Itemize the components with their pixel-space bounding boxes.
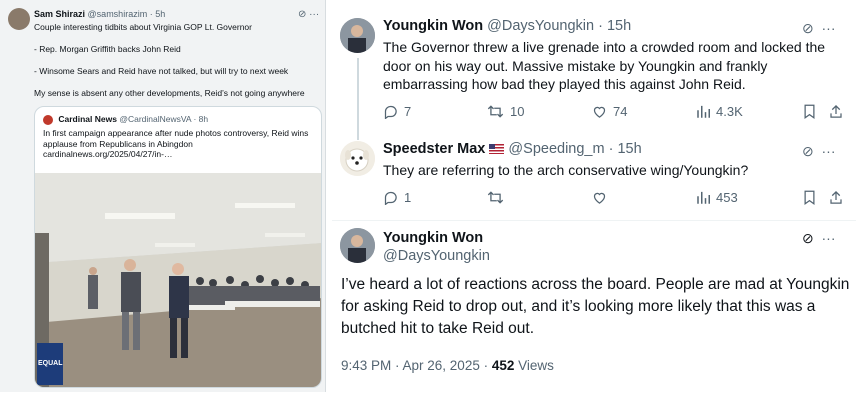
thread-line: [357, 58, 359, 140]
views-count: 452: [491, 358, 515, 373]
author-handle[interactable]: @samshirazim: [88, 9, 148, 19]
tweet-action-bar: 1 453: [383, 190, 843, 208]
repost-button[interactable]: [487, 190, 510, 205]
reply-count: 1: [404, 190, 412, 205]
repost-count: 10: [510, 104, 525, 119]
tweet-author: Youngkin Won @DaysYoungkin · 15h: [383, 18, 631, 34]
share-button[interactable]: [829, 104, 843, 119]
quote-text: In first campaign appearance after nude …: [43, 128, 309, 159]
views-button[interactable]: 4.3K: [696, 104, 743, 119]
views-label: Views: [514, 358, 554, 373]
author-name[interactable]: Youngkin Won: [383, 18, 483, 34]
tweet-actions-top: ⊘ ···: [802, 20, 836, 37]
tweet-author: Speedster Max @Speeding_m · 15h: [383, 141, 642, 157]
reply-count: 7: [404, 104, 412, 119]
reply-button[interactable]: 7: [383, 104, 411, 119]
reply-button[interactable]: 1: [383, 190, 411, 205]
like-icon: [593, 106, 606, 118]
avatar[interactable]: [340, 228, 375, 263]
tweet-author: Sam Shirazi @samshirazim · 5h: [34, 9, 165, 19]
tweet-line: - Rep. Morgan Griffith backs John Reid: [34, 44, 181, 54]
repost-button[interactable]: 10: [487, 104, 524, 119]
photo-sign-text: EQUAL: [38, 360, 63, 367]
author-name[interactable]: Sam Shirazi: [34, 9, 85, 19]
more-icon[interactable]: ···: [309, 9, 319, 20]
tweet-time[interactable]: · 15h: [598, 18, 631, 34]
share-icon: [830, 104, 842, 118]
like-button[interactable]: 74: [592, 104, 627, 119]
like-icon: [593, 192, 606, 204]
grok-icon[interactable]: ⊘: [802, 20, 814, 36]
tweet-line: - Winsome Sears and Reid have not talked…: [34, 66, 289, 76]
tweet-text: Couple interesting tidbits about Virgini…: [34, 22, 322, 110]
tweet-text: I’ve heard a lot of reactions across the…: [341, 276, 850, 337]
views-count: 453: [716, 190, 738, 205]
grok-icon[interactable]: ⊘: [298, 9, 306, 20]
tweet-time[interactable]: · 15h: [609, 141, 642, 157]
reply-icon: [384, 105, 397, 119]
flag-us-icon: [489, 144, 505, 155]
quoted-tweet-header: Cardinal News @CardinalNewsVA · 8h: [43, 114, 208, 125]
grok-icon[interactable]: ⊘: [802, 143, 814, 159]
author-name[interactable]: Youngkin Won: [383, 230, 483, 246]
share-button[interactable]: [829, 190, 843, 205]
bookmark-icon: [804, 104, 815, 119]
tweet-actions-top: ⊘ ···: [802, 143, 836, 160]
quote-author-handle: @CardinalNewsVA: [119, 114, 192, 124]
like-count: 74: [613, 104, 628, 119]
embedded-tweet-screenshot: Sam Shirazi @samshirazim · 5h ⊘ ··· Coup…: [0, 0, 326, 392]
views-button[interactable]: 453: [696, 190, 738, 205]
bookmark-icon: [804, 190, 815, 205]
tweet-meta: 9:43 PM · Apr 26, 2025 · 452 Views: [341, 358, 554, 373]
tweet-timestamp[interactable]: 9:43 PM · Apr 26, 2025 ·: [341, 358, 492, 373]
event-photo-illustration: EQUAL: [35, 173, 321, 387]
divider: [332, 220, 856, 221]
tweet-text: The Governor threw a live grenade into a…: [383, 39, 826, 92]
grok-icon[interactable]: ⊘: [802, 230, 814, 246]
tweet-line: Couple interesting tidbits about Virgini…: [34, 22, 252, 32]
more-icon[interactable]: ···: [818, 20, 836, 36]
views-icon: [697, 105, 710, 118]
repost-icon: [487, 191, 504, 204]
bookmark-button[interactable]: [803, 104, 816, 119]
views-count: 4.3K: [716, 104, 743, 119]
author-handle[interactable]: @Speeding_m: [508, 141, 604, 157]
share-icon: [830, 190, 842, 204]
author-handle[interactable]: @DaysYoungkin: [383, 248, 490, 264]
quote-time: · 8h: [193, 114, 209, 124]
views-icon: [697, 191, 710, 204]
author-name[interactable]: Speedster Max: [383, 141, 485, 157]
bookmark-button[interactable]: [803, 190, 816, 205]
quote-author-name: Cardinal News: [58, 114, 117, 124]
tweet-author: Youngkin Won @DaysYoungkin: [383, 229, 490, 265]
repost-icon: [487, 105, 504, 118]
avatar[interactable]: [340, 141, 375, 176]
author-handle[interactable]: @DaysYoungkin: [487, 18, 594, 34]
tweet-actions-top: ⊘ ···: [298, 9, 319, 20]
avatar[interactable]: [340, 18, 375, 53]
tweet-line: My sense is absent any other development…: [34, 88, 305, 98]
quoted-tweet[interactable]: Cardinal News @CardinalNewsVA · 8h In fi…: [34, 106, 322, 388]
quote-avatar: [43, 114, 53, 125]
like-button[interactable]: [592, 190, 613, 205]
avatar[interactable]: [8, 8, 30, 30]
tweet-time[interactable]: · 5h: [150, 9, 166, 19]
tweet-text: They are referring to the arch conservat…: [383, 162, 749, 178]
tweet-action-bar: 7 10 74 4.3K: [383, 104, 843, 122]
tweet-actions-top: ⊘ ···: [802, 230, 836, 247]
tweet-thread: Youngkin Won @DaysYoungkin · 15h ⊘ ··· T…: [332, 0, 856, 406]
event-photo[interactable]: EQUAL: [35, 173, 321, 387]
reply-icon: [384, 191, 397, 205]
more-icon[interactable]: ···: [818, 230, 836, 246]
more-icon[interactable]: ···: [818, 143, 836, 159]
